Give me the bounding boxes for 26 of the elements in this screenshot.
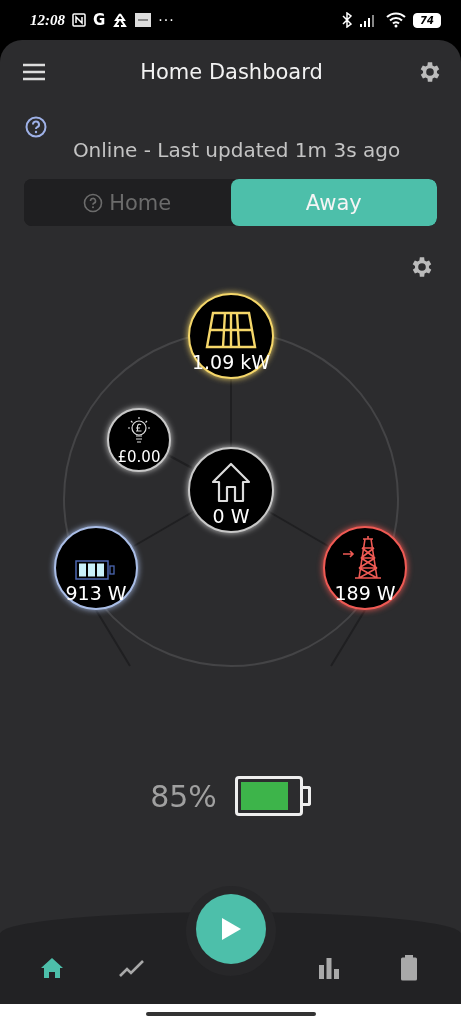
flow-node[interactable]: 0 W xyxy=(188,447,274,533)
more-notifications: ··· xyxy=(158,12,175,28)
flow-node[interactable]: 913 W xyxy=(54,526,138,610)
battery-icon xyxy=(400,955,418,981)
nfc-icon xyxy=(72,13,86,27)
battery-indicator: 74 xyxy=(413,12,441,28)
menu-button[interactable] xyxy=(20,61,48,83)
battery-percentage: 85% xyxy=(150,778,217,814)
house-icon xyxy=(210,461,252,503)
help-icon xyxy=(83,192,104,213)
solar-panel-icon xyxy=(205,311,257,349)
flow-node[interactable]: £0.00 xyxy=(107,408,171,472)
bar-chart-icon xyxy=(318,957,340,979)
bluetooth-icon xyxy=(342,12,353,28)
line-chart-icon xyxy=(119,958,145,978)
app-icon xyxy=(135,13,152,27)
flow-node[interactable]: 189 W xyxy=(323,526,407,610)
wifi-icon xyxy=(386,12,407,28)
play-icon xyxy=(220,917,242,941)
help-button[interactable] xyxy=(25,116,47,138)
home-icon xyxy=(40,957,64,979)
clock: 12:08 xyxy=(30,11,65,29)
notification-letter: G xyxy=(93,11,106,29)
page-title: Home Dashboard xyxy=(140,60,323,84)
status-text: Online - Last updated 1m 3s ago xyxy=(71,138,402,162)
battery-icon xyxy=(75,560,117,580)
